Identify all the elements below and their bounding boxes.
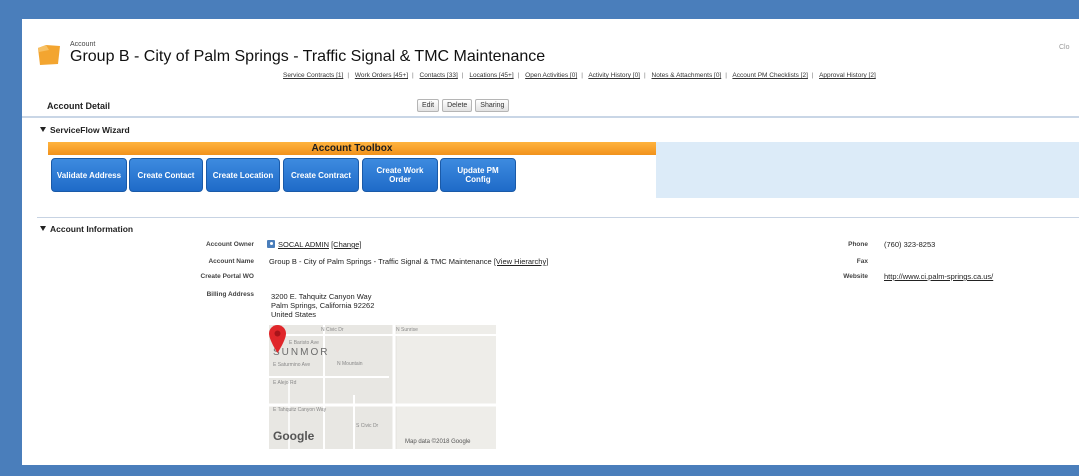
account-information-header[interactable]: Account Information: [40, 224, 133, 234]
phone-label: Phone: [848, 241, 868, 248]
map-street-n-civic: N Civic Dr: [321, 327, 344, 333]
detail-buttons: Edit Delete Sharing: [417, 99, 510, 112]
page-title: Group B - City of Palm Springs - Traffic…: [70, 48, 546, 65]
create-location-button[interactable]: Create Location: [206, 158, 280, 192]
validate-address-button[interactable]: Validate Address: [51, 158, 127, 192]
create-contact-button[interactable]: Create Contact: [129, 158, 203, 192]
website-link[interactable]: http://www.ci.palm-springs.ca.us/: [884, 272, 993, 281]
close-link[interactable]: Clo: [1059, 44, 1070, 51]
account-owner-link[interactable]: SOCAL ADMIN: [278, 240, 329, 249]
view-hierarchy-link[interactable]: [View Hierarchy]: [494, 257, 548, 266]
related-link-notes-attachments[interactable]: Notes & Attachments [0]: [652, 72, 722, 79]
map-street-e-baristo: E Baristo Ave: [289, 340, 319, 346]
create-contract-button[interactable]: Create Contract: [283, 158, 359, 192]
fax-label: Fax: [856, 258, 868, 265]
map-street-n-mountain: N Mountain: [337, 361, 363, 367]
salesforce-account-page: Account Group B - City of Palm Springs -…: [22, 19, 1079, 465]
website-label: Website: [843, 273, 868, 280]
change-owner-link[interactable]: [Change]: [331, 240, 361, 249]
toolbox-buttons: Validate Address Create Contact Create L…: [48, 155, 656, 198]
billing-address-value: 3200 E. Tahquitz Canyon Way Palm Springs…: [271, 292, 374, 319]
related-link-pm-checklists[interactable]: Account PM Checklists [2]: [732, 72, 808, 79]
create-work-order-button[interactable]: Create Work Order: [362, 158, 438, 192]
account-name-label: Account Name: [208, 258, 254, 265]
map-street-n-sunrise: N Sunrise: [396, 327, 418, 333]
account-owner-value: SOCAL ADMIN [Change]: [267, 240, 362, 249]
user-icon: [267, 240, 275, 248]
serviceflow-wizard-title: ServiceFlow Wizard: [50, 125, 130, 135]
account-name-text: Group B - City of Palm Springs - Traffic…: [269, 257, 492, 266]
map-street-e-alejo: E Alejo Rd: [273, 380, 297, 386]
sharing-button[interactable]: Sharing: [475, 99, 510, 112]
billing-address-label: Billing Address: [206, 291, 254, 298]
section-divider: [37, 217, 1079, 218]
related-link-locations[interactable]: Locations [45+]: [469, 72, 513, 79]
billing-line-2: Palm Springs, California 92262: [271, 301, 375, 310]
account-detail-bar: Account Detail Edit Delete Sharing: [22, 94, 1079, 118]
record-type-label: Account: [70, 41, 96, 48]
phone-value: (760) 323-8253: [884, 240, 936, 249]
map-street-e-jacinto: E Saturmino Ave: [273, 362, 311, 368]
map-attribution: Map data ©2018 Google: [405, 439, 471, 445]
toolbox-panel: Account Toolbox Validate Address Create …: [48, 142, 1079, 198]
update-pm-config-button[interactable]: Update PM Config: [440, 158, 516, 192]
account-folder-icon: [38, 45, 60, 65]
website-value: http://www.ci.palm-springs.ca.us/: [884, 272, 993, 281]
billing-line-1: 3200 E. Tahquitz Canyon Way: [271, 292, 372, 301]
billing-line-3: United States: [271, 310, 317, 319]
map-street-s-civic: S Civic Dr: [356, 423, 379, 429]
related-link-contacts[interactable]: Contacts [33]: [420, 72, 458, 79]
related-link-activity-history[interactable]: Activity History [0]: [588, 72, 640, 79]
create-portal-wo-label: Create Portal WO: [200, 273, 254, 280]
billing-address-map[interactable]: N Civic Dr E Baristo Ave SUNMOR E Saturm…: [269, 325, 496, 449]
related-link-work-orders[interactable]: Work Orders [45+]: [355, 72, 408, 79]
map-pin-icon[interactable]: [269, 325, 286, 353]
related-link-approval-history[interactable]: Approval History [2]: [819, 72, 876, 79]
serviceflow-wizard-header[interactable]: ServiceFlow Wizard: [40, 125, 130, 135]
google-logo: Google: [273, 429, 315, 443]
account-information-title: Account Information: [50, 224, 134, 234]
related-link-service-contracts[interactable]: Service Contracts [1]: [283, 72, 343, 79]
related-lists-bar: Service Contracts [1] | Work Orders [45+]…: [283, 72, 876, 79]
edit-button[interactable]: Edit: [417, 99, 440, 112]
toolbox-title: Account Toolbox: [48, 142, 656, 155]
account-name-value: Group B - City of Palm Springs - Traffic…: [269, 257, 548, 266]
account-detail-title: Account Detail: [47, 101, 111, 111]
delete-button[interactable]: Delete: [442, 99, 473, 112]
collapse-triangle-icon[interactable]: [40, 127, 46, 132]
account-owner-label: Account Owner: [205, 241, 254, 248]
collapse-triangle-icon[interactable]: [40, 226, 46, 231]
map-street-e-tahquitz: E Tahquitz Canyon Way: [273, 407, 327, 413]
related-link-open-activities[interactable]: Open Activities [0]: [525, 72, 577, 79]
